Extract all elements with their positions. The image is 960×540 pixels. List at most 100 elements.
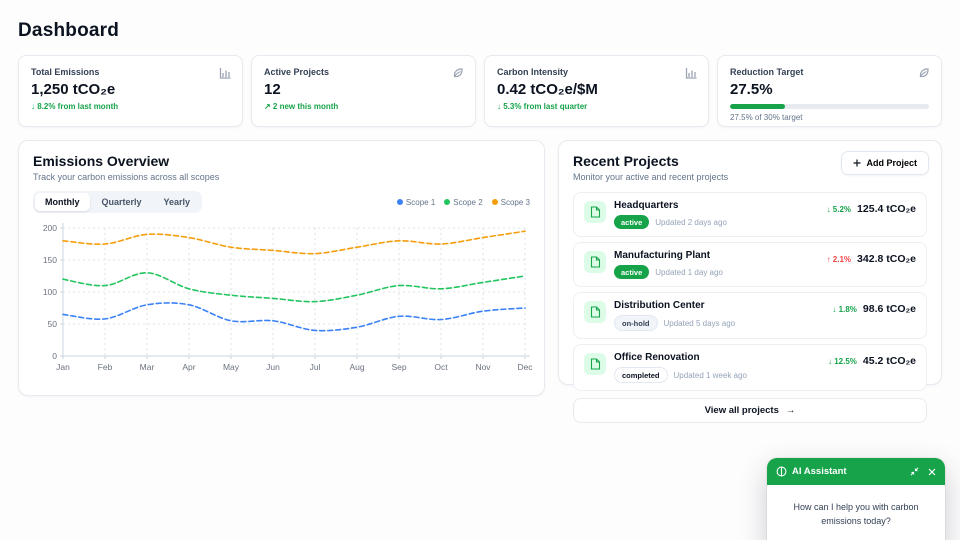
svg-text:0: 0	[52, 351, 57, 361]
project-value: 125.4 tCO₂e	[857, 203, 916, 215]
project-row-office-renovation[interactable]: Office Renovation completed Updated 1 we…	[573, 344, 927, 391]
leaf-icon	[918, 66, 930, 84]
emissions-title: Emissions Overview	[33, 153, 170, 169]
svg-text:Sep: Sep	[391, 362, 406, 372]
chart-legend: Scope 1 Scope 2 Scope 3	[396, 197, 530, 207]
svg-text:Oct: Oct	[434, 362, 448, 372]
svg-text:Feb: Feb	[98, 362, 113, 372]
project-delta: ↓ 12.5%	[827, 356, 857, 366]
stat-card-reduction-target: Reduction Target 27.5% 27.5% of 30% targ…	[717, 55, 942, 127]
stat-value: 27.5%	[730, 81, 773, 98]
svg-text:Nov: Nov	[475, 362, 491, 372]
period-tab-group: Monthly Quarterly Yearly	[33, 191, 203, 213]
svg-text:Dec: Dec	[517, 362, 533, 372]
add-project-button[interactable]: Add Project	[841, 151, 929, 175]
legend-label: Scope 3	[500, 197, 530, 207]
ai-assistant-widget: AI Assistant How can I help you with car…	[767, 458, 945, 540]
project-delta: ↓ 5.2%	[826, 204, 852, 214]
close-icon[interactable]	[928, 468, 936, 476]
project-name: Office Renovation	[614, 352, 700, 363]
svg-text:Aug: Aug	[349, 362, 364, 372]
file-icon	[584, 353, 606, 375]
stat-label: Active Projects	[264, 67, 330, 77]
stat-card-carbon-intensity: Carbon Intensity 0.42 tCO₂e/$M ↓ 5.3% fr…	[484, 55, 709, 127]
svg-text:50: 50	[48, 319, 58, 329]
ai-assistant-header[interactable]: AI Assistant	[767, 458, 945, 485]
stat-label: Total Emissions	[31, 67, 100, 77]
file-icon	[584, 301, 606, 323]
file-icon	[584, 201, 606, 223]
page-title: Dashboard	[18, 20, 120, 41]
status-badge: on-hold	[614, 315, 658, 331]
bar-chart-icon	[219, 66, 231, 84]
dashboard-page: Dashboard Total Emissions 1,250 tCO₂e ↓ …	[0, 0, 960, 540]
svg-text:Jan: Jan	[56, 362, 70, 372]
svg-text:Apr: Apr	[182, 362, 195, 372]
stat-delta: ↗ 2 new this month	[264, 102, 339, 111]
reduction-progress-fill	[730, 104, 785, 109]
scope2-dot-icon	[444, 199, 451, 205]
bar-chart-icon	[685, 66, 697, 84]
assistant-message: How can I help you with carbon emissions…	[793, 502, 919, 526]
chart-toolbar: Monthly Quarterly Yearly Scope 1 Scope 2…	[33, 191, 530, 213]
project-name: Headquarters	[614, 200, 679, 211]
status-badge: active	[614, 265, 650, 279]
svg-text:Jul: Jul	[310, 362, 321, 372]
svg-text:200: 200	[43, 223, 57, 233]
project-row-distribution-center[interactable]: Distribution Center on-hold Updated 5 da…	[573, 292, 927, 339]
project-name: Distribution Center	[614, 300, 705, 311]
project-name: Manufacturing Plant	[614, 250, 711, 261]
tab-yearly[interactable]: Yearly	[154, 193, 201, 211]
tab-quarterly[interactable]: Quarterly	[92, 193, 152, 211]
assistant-bot-icon	[776, 466, 787, 477]
scope3-dot-icon	[491, 199, 498, 205]
emissions-subtitle: Track your carbon emissions across all s…	[33, 172, 220, 182]
project-updated: Updated 1 week ago	[673, 370, 747, 380]
project-value: 342.8 tCO₂e	[857, 253, 916, 265]
svg-text:Jun: Jun	[266, 362, 280, 372]
project-row-headquarters[interactable]: Headquarters active Updated 2 days ago ↓…	[573, 192, 927, 237]
arrow-right-icon: →	[785, 405, 796, 416]
plus-icon	[853, 159, 861, 167]
legend-scope-3: Scope 3	[491, 197, 530, 207]
assistant-title: AI Assistant	[792, 466, 847, 477]
emissions-overview-panel: Emissions Overview Track your carbon emi…	[18, 140, 545, 396]
project-list: Headquarters active Updated 2 days ago ↓…	[573, 192, 927, 391]
project-row-manufacturing-plant[interactable]: Manufacturing Plant active Updated 1 day…	[573, 242, 927, 287]
stat-value: 12	[264, 81, 281, 98]
svg-text:Mar: Mar	[140, 362, 155, 372]
project-updated: Updated 5 days ago	[663, 318, 736, 328]
stat-label: Carbon Intensity	[497, 67, 569, 77]
stat-label: Reduction Target	[730, 67, 804, 77]
file-icon	[584, 251, 606, 273]
minimize-icon[interactable]	[910, 467, 919, 476]
svg-text:May: May	[223, 362, 240, 372]
status-badge: completed	[614, 367, 668, 383]
add-project-label: Add Project	[866, 158, 917, 168]
legend-scope-1: Scope 1	[396, 197, 436, 207]
stat-delta: ↓ 8.2% from last month	[31, 102, 119, 111]
tab-monthly[interactable]: Monthly	[35, 193, 90, 211]
leaf-icon	[452, 66, 464, 84]
view-all-label: View all projects	[704, 405, 779, 416]
stat-value: 0.42 tCO₂e/$M	[497, 81, 598, 98]
reduction-progress-track	[730, 104, 929, 109]
stat-value: 1,250 tCO₂e	[31, 81, 116, 98]
project-delta: ↓ 1.8%	[832, 304, 857, 314]
scope1-dot-icon	[396, 199, 403, 205]
svg-text:100: 100	[43, 287, 57, 297]
project-delta: ↑ 2.1%	[826, 254, 852, 264]
project-updated: Updated 2 days ago	[655, 217, 727, 227]
status-badge: active	[614, 215, 650, 229]
legend-label: Scope 1	[405, 197, 436, 207]
project-value: 98.6 tCO₂e	[862, 303, 916, 315]
project-updated: Updated 1 day ago	[655, 267, 723, 277]
stat-card-active-projects: Active Projects 12 ↗ 2 new this month	[251, 55, 476, 127]
svg-text:150: 150	[43, 255, 57, 265]
project-value: 45.2 tCO₂e	[862, 355, 916, 367]
recent-projects-panel: Recent Projects Monitor your active and …	[558, 140, 942, 423]
legend-label: Scope 2	[453, 197, 483, 207]
stat-card-total-emissions: Total Emissions 1,250 tCO₂e ↓ 8.2% from …	[18, 55, 243, 127]
view-all-projects-button[interactable]: View all projects →	[573, 398, 927, 423]
emissions-line-chart: 0 50 100 150 200 Jan Feb Mar Apr May Jun Jul Aug Sep O…	[43, 223, 533, 372]
